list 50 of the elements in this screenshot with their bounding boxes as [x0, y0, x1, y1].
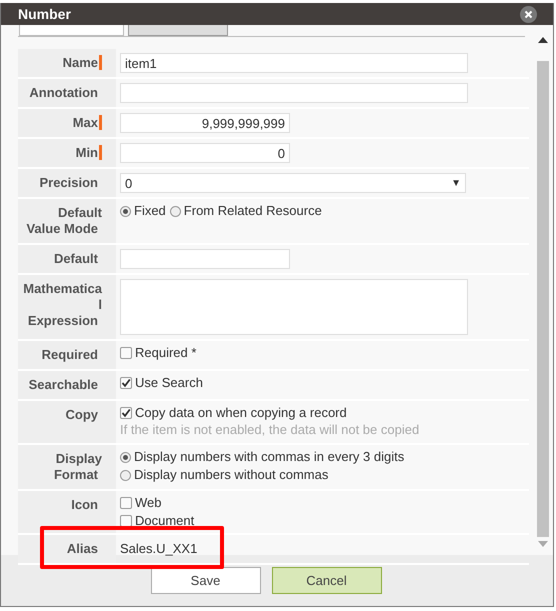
option-label: Copy data on when copying a record: [135, 405, 347, 421]
checkbox[interactable]: [120, 515, 132, 527]
field-label: Required: [42, 347, 99, 362]
checkbox[interactable]: [120, 497, 132, 509]
checkbox[interactable]: [120, 347, 132, 359]
field-label: Name: [62, 55, 102, 70]
scroll-up-icon[interactable]: [538, 37, 548, 43]
radio-button[interactable]: [120, 452, 131, 462]
text-field[interactable]: item1: [120, 53, 468, 73]
hint-text: If the item is not enabled, the data will not be copied: [120, 421, 420, 439]
field-label: Min: [76, 145, 102, 160]
checkbox[interactable]: [120, 377, 132, 389]
field-label: Icon: [71, 497, 99, 512]
field-label: Precision: [39, 175, 99, 190]
number-field[interactable]: [120, 249, 290, 269]
scrollbar-thumb[interactable]: [537, 61, 549, 537]
dialog-button[interactable]: Save: [150, 567, 260, 594]
text-field[interactable]: [120, 83, 468, 103]
scroll-down-icon[interactable]: [538, 541, 548, 547]
field-value: Sales.U_XX1: [120, 540, 198, 558]
select-field[interactable]: 0 ▼: [120, 173, 466, 193]
number-field[interactable]: 0: [120, 143, 290, 163]
option-label: Use Search: [135, 375, 203, 391]
option-label: Fixed: [134, 203, 166, 219]
tab[interactable]: [19, 25, 124, 36]
field-label: Searchable: [28, 377, 99, 392]
option-label: From Related Resource: [184, 203, 322, 219]
option-label: Document: [135, 513, 194, 529]
tab[interactable]: [128, 25, 228, 36]
field-label: Annotation: [29, 85, 99, 100]
option-label: Display numbers without commas: [134, 467, 328, 483]
field-label: Copy: [66, 407, 99, 422]
option-label: Required *: [135, 345, 196, 361]
checkbox[interactable]: [120, 407, 132, 419]
dialog-button[interactable]: Cancel: [272, 567, 382, 594]
number-field[interactable]: 9,999,999,999: [120, 113, 290, 133]
expression-field[interactable]: [120, 279, 468, 335]
close-icon[interactable]: [520, 6, 537, 22]
radio-button[interactable]: [120, 206, 131, 216]
field-label: Mathematical Expression: [23, 281, 102, 328]
field-label: Default: [54, 251, 99, 266]
option-label: Display numbers with commas in every 3 digits: [134, 449, 404, 465]
radio-button[interactable]: [170, 206, 181, 216]
field-label: Display Format: [54, 451, 102, 482]
window-title: Number: [18, 6, 71, 22]
option-label: Web: [135, 495, 162, 511]
radio-button[interactable]: [120, 470, 131, 480]
field-label: Default Value Mode: [26, 205, 102, 236]
field-label: Alias: [66, 541, 99, 556]
field-label: Max: [72, 115, 102, 130]
